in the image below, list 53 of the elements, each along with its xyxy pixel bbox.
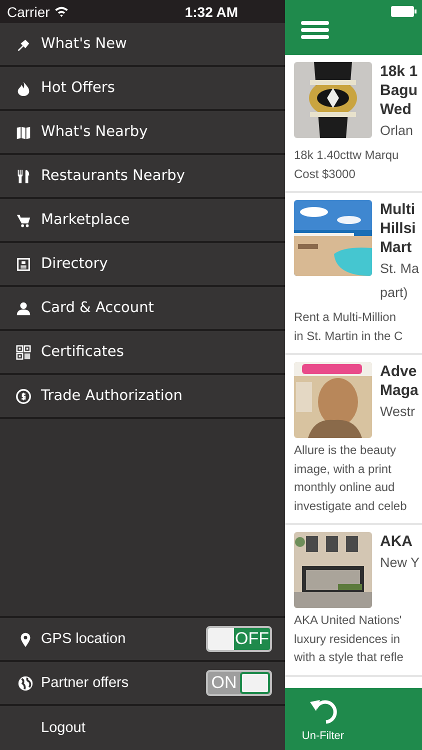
listing-title: Hillsi: [380, 219, 417, 238]
listing-location: St. Ma: [380, 260, 420, 278]
menu-label: Card & Account: [41, 300, 154, 316]
listing-card[interactable]: AKA New Y AKA United Nations' luxury residences in with a style that refle: [285, 525, 422, 676]
listing-title: Wed: [380, 100, 412, 119]
toggle-switch[interactable]: OFF: [206, 626, 272, 652]
menu-label: Hot Offers: [41, 80, 115, 96]
menu-label: Certificates: [41, 344, 124, 360]
flame-icon: [15, 80, 32, 96]
listing-description: monthly online aud: [294, 479, 396, 496]
listing-description: investigate and celeb: [294, 498, 408, 514]
menu-icon[interactable]: [301, 21, 331, 39]
listing-description: Rent a Multi-Million: [294, 309, 398, 326]
listing-title: AKA: [380, 532, 414, 551]
menu-label: Trade Authorization: [41, 388, 182, 404]
listing-description: luxury residences in: [294, 630, 402, 648]
utensils-icon: [15, 168, 32, 184]
directory-icon: [15, 256, 32, 272]
menu-label: Restaurants Nearby: [41, 168, 185, 184]
listing-description: 18k 1.40cttw Marqu: [294, 147, 400, 164]
listing-card[interactable]: Multi Hillsi Mart St. Ma part) Rent a Multi-Million in St. Martin in the C: [285, 193, 422, 355]
globe-icon: [17, 674, 34, 692]
listing-description: in St. Martin in the C: [294, 328, 404, 344]
setting-label: Partner offers: [41, 675, 130, 691]
wifi-icon: [54, 6, 69, 17]
setting-label: GPS location: [41, 631, 127, 647]
menu-label: What's New: [41, 36, 127, 52]
listing-card[interactable]: Adve Maga Westr Allure is the beauty image, with a print monthly online aud investigate and celeb: [285, 355, 422, 525]
listing-description: image, with a print: [294, 460, 392, 478]
listing-description: with a style that refle: [294, 649, 404, 666]
menu-label: Directory: [41, 256, 108, 272]
listing-card[interactable]: 18k 1 Bagu Wed Orlan 18k 1.40cttw Marqu Cost $3000: [285, 55, 422, 193]
listing-location: New Y: [380, 554, 420, 572]
listing-location: Westr: [380, 403, 416, 421]
listing-description: Cost $3000: [294, 166, 356, 182]
user-icon: [15, 300, 32, 316]
clock-time: 1:32 AM: [184, 4, 238, 20]
listing-title: Mart: [380, 238, 413, 257]
listing-title: Maga: [380, 381, 418, 400]
listing-title: Adve: [380, 362, 418, 381]
menu-label: Marketplace: [41, 212, 130, 228]
listing-title: 18k 1: [380, 62, 418, 81]
listing-description: AKA United Nations': [294, 612, 403, 629]
dollar-icon: [15, 388, 32, 404]
battery-icon: [391, 6, 417, 17]
listing-location: Orlan: [380, 122, 414, 140]
listing-location: part): [380, 284, 409, 302]
carrier-name: Carrier: [7, 4, 50, 20]
listing-description: Allure is the beauty: [294, 442, 398, 459]
listing-title: Multi: [380, 200, 416, 219]
qr-code-icon: [15, 344, 32, 360]
menu-label: What's Nearby: [41, 124, 148, 140]
listing-title: Bagu: [380, 81, 418, 100]
